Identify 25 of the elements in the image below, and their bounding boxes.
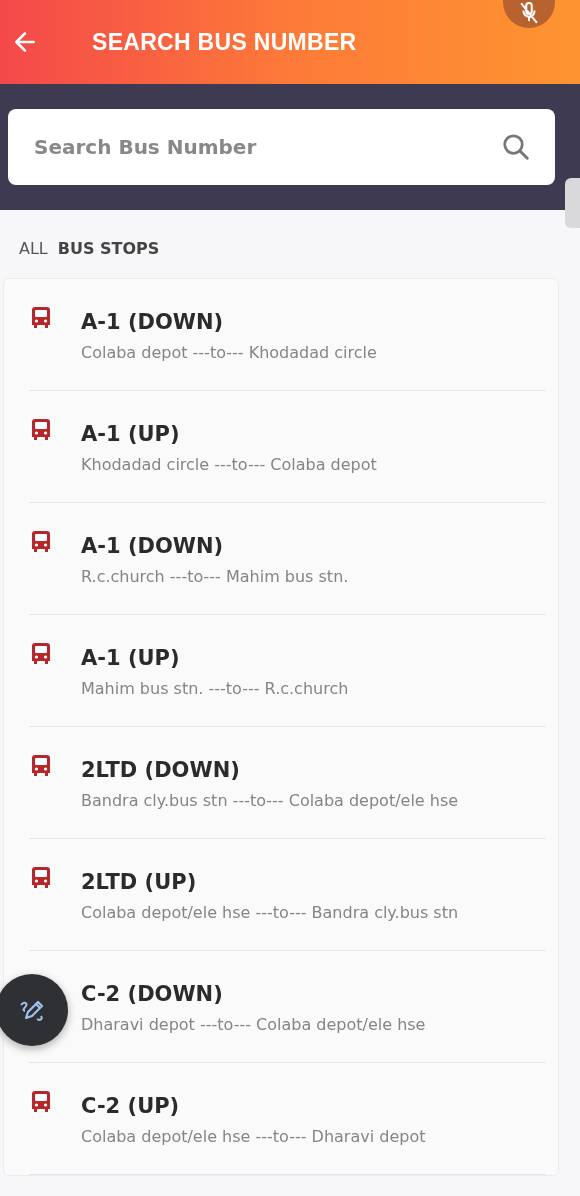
filter-tab[interactable]: BUS STOPS [57, 238, 160, 258]
bus-number[interactable]: C-2 (UP) [81, 1091, 426, 1121]
bus-number[interactable]: A-1 (DOWN) [81, 307, 377, 337]
route-text: R.c.church ---to--- Mahim bus stn. [81, 567, 349, 586]
bus-number[interactable]: A-1 (UP) [81, 419, 377, 449]
route-text: Colaba depot ---to--- Khodadad circle [81, 343, 377, 362]
filter-tab[interactable]: ALL [19, 238, 48, 258]
mic-off-icon [518, 2, 540, 24]
page-title: SEARCH BUS NUMBER [92, 28, 357, 56]
bus-number[interactable]: A-1 (DOWN) [81, 531, 349, 561]
route-text: Dharavi depot ---to--- Colaba depot/ele hse [81, 1015, 426, 1034]
route-text: Mahim bus stn. ---to--- R.c.church [81, 679, 349, 698]
back-arrow-icon[interactable] [12, 29, 38, 55]
scrollbar-thumb[interactable] [565, 178, 580, 228]
route-text: Colaba depot/ele hse ---to--- Dharavi depot [81, 1127, 426, 1146]
bus-number[interactable]: 2LTD (DOWN) [81, 755, 459, 785]
search-field[interactable]: Search Bus Number [32, 134, 501, 160]
route-text: Khodadad circle ---to--- Colaba depot [81, 455, 377, 474]
bus-number[interactable]: A-1 (UP) [81, 643, 349, 673]
bus-number[interactable]: C-2 (DOWN) [81, 979, 426, 1009]
route-text: Bandra cly.bus stn ---to--- Colaba depot/ele hse [81, 791, 459, 810]
search-icon[interactable] [501, 132, 531, 162]
bus-number[interactable]: 2LTD (UP) [81, 867, 459, 897]
search-bar[interactable]: Search Bus Number [8, 109, 555, 185]
route-text: Colaba depot/ele hse ---to--- Bandra cly.bus stn [81, 903, 459, 922]
